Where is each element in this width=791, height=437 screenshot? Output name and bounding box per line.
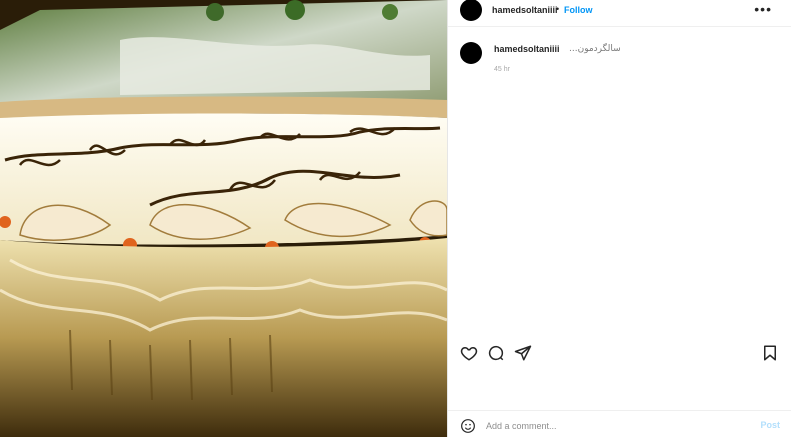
- avatar[interactable]: [460, 0, 482, 21]
- post-side-panel: hamedsoltaniiii • Follow ••• hamedsoltan…: [447, 0, 791, 437]
- header-divider: [448, 26, 791, 27]
- caption-row: hamedsoltaniiii سالگردمون... 45 hr: [448, 40, 791, 80]
- post-image[interactable]: [0, 0, 447, 437]
- post-header: hamedsoltaniiii • Follow •••: [448, 0, 791, 21]
- bookmark-icon[interactable]: [761, 344, 779, 362]
- caption-text: سالگردمون...: [569, 44, 621, 54]
- share-icon[interactable]: [514, 344, 532, 362]
- caption-avatar[interactable]: [460, 42, 482, 64]
- comment-form: Post: [448, 414, 791, 437]
- more-horizontal-icon[interactable]: •••: [754, 1, 772, 17]
- comment-input[interactable]: [486, 419, 736, 433]
- emoji-icon[interactable]: [460, 418, 476, 434]
- follow-button[interactable]: Follow: [564, 5, 593, 15]
- action-bar: [448, 344, 791, 364]
- header-username[interactable]: hamedsoltaniiii: [492, 5, 558, 15]
- cake-photo: [0, 0, 447, 437]
- caption-username[interactable]: hamedsoltaniiii: [494, 44, 560, 54]
- comment-icon[interactable]: [487, 344, 505, 362]
- heart-icon[interactable]: [460, 344, 478, 362]
- post-button[interactable]: Post: [760, 420, 780, 430]
- caption-time[interactable]: 45 hr: [494, 66, 510, 73]
- separator-dot: •: [556, 4, 560, 14]
- comment-divider: [448, 410, 791, 411]
